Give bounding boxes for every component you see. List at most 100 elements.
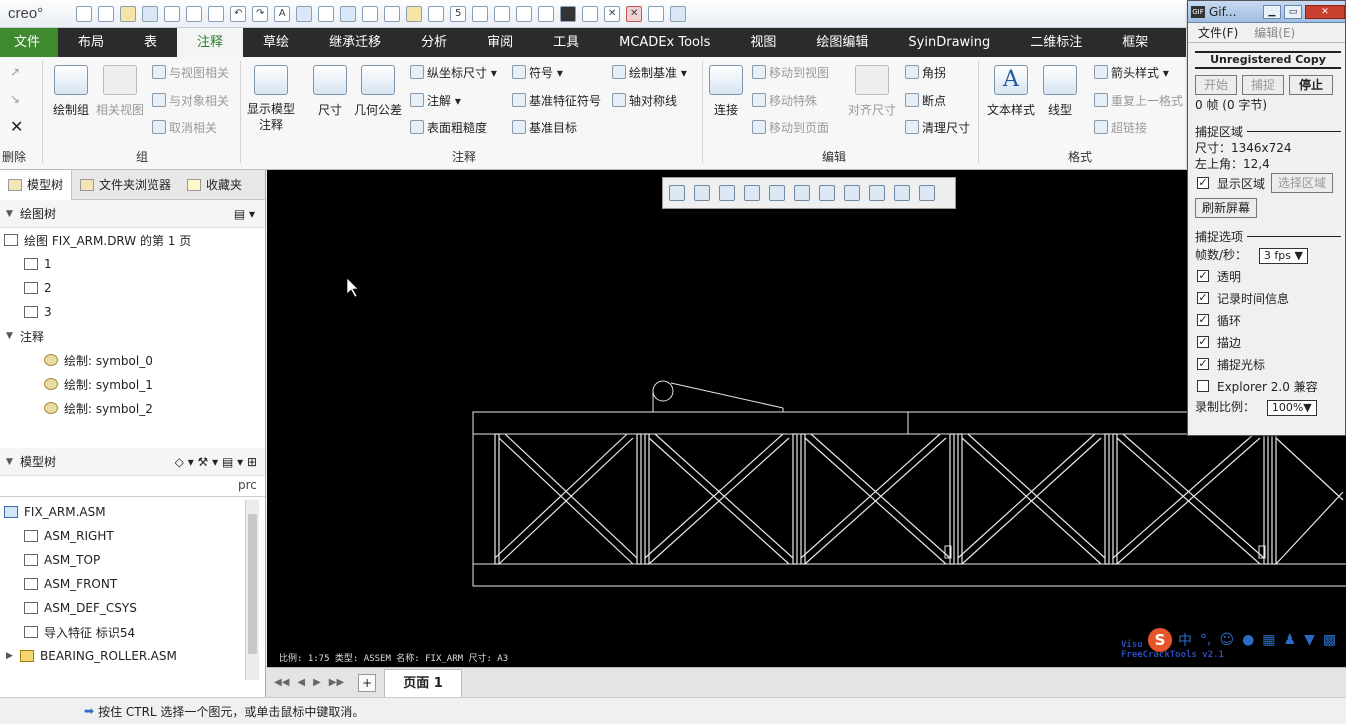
- repeat-last-format-button[interactable]: 重复上一格式: [1094, 92, 1183, 109]
- start-button[interactable]: 开始: [1195, 75, 1237, 95]
- next-page-icon[interactable]: ▶: [313, 677, 321, 688]
- delete-multi-icon[interactable]: ↘: [10, 92, 20, 106]
- move-to-page-button[interactable]: 移动到页面: [752, 119, 829, 136]
- align-dimensions-button[interactable]: 对齐尺寸: [844, 65, 900, 118]
- tab-folder-browser[interactable]: 文件夹浏览器: [72, 170, 179, 200]
- tab-tools[interactable]: 工具: [533, 28, 599, 57]
- tree-view-2[interactable]: 2: [0, 276, 265, 300]
- table-icon[interactable]: [560, 5, 577, 22]
- datum-icon[interactable]: [296, 5, 313, 22]
- refresh-screen-button[interactable]: 刷新屏幕: [1195, 198, 1258, 218]
- record-time-checkbox[interactable]: ✓ 记录时间信息: [1188, 287, 1345, 309]
- last-page-icon[interactable]: ▶▶: [329, 677, 344, 688]
- minimize-button[interactable]: ▁: [1263, 4, 1281, 19]
- cube-icon[interactable]: [670, 5, 687, 22]
- print-icon[interactable]: [164, 5, 181, 22]
- draw-group-button[interactable]: 绘制组: [48, 65, 94, 118]
- related-view-button[interactable]: 相关视图: [96, 65, 144, 118]
- user-icon[interactable]: ♟: [1284, 632, 1297, 648]
- model-icon[interactable]: [340, 5, 357, 22]
- prev-page-icon[interactable]: ◀: [297, 677, 305, 688]
- tab-layout[interactable]: 布局: [58, 28, 124, 57]
- show-model-annotations-button[interactable]: 显示模型注释: [244, 65, 298, 133]
- tab-syindrawing[interactable]: SyinDrawing: [888, 28, 1010, 57]
- outline-checkbox[interactable]: ✓ 描边: [1188, 331, 1345, 353]
- first-page-icon[interactable]: ◀◀: [274, 677, 289, 688]
- tab-model-tree[interactable]: 模型树: [0, 169, 73, 200]
- delete-arrow-icon[interactable]: ↗: [10, 65, 20, 79]
- jog-button[interactable]: 角拐: [905, 64, 946, 81]
- tree-import-feature[interactable]: 导入特征 标识54: [0, 620, 244, 644]
- menu-edit[interactable]: 编辑(E): [1254, 24, 1295, 41]
- regenerate-icon[interactable]: [186, 5, 203, 22]
- tree-settings-icon[interactable]: ▤ ▾: [234, 207, 255, 221]
- tool-icon[interactable]: [384, 5, 401, 22]
- stop-button[interactable]: 停止: [1289, 75, 1333, 95]
- move-special-button[interactable]: 移动特殊: [752, 92, 817, 109]
- fps-select[interactable]: 3 fps ▼: [1258, 248, 1308, 264]
- tab-view[interactable]: 视图: [730, 28, 796, 57]
- model-tree-toolbar-icons[interactable]: ◇ ▾ ⚒ ▾ ▤ ▾ ⊞: [175, 455, 257, 469]
- graphics-canvas[interactable]: 比例: 1:75 类型: ASSEM 名称: FIX_ARM 尺寸: A3: [267, 170, 1346, 667]
- dimension-button[interactable]: 尺寸: [309, 65, 351, 118]
- close-button[interactable]: ✕: [1305, 4, 1345, 19]
- surface-finish-button[interactable]: 表面粗糙度: [410, 119, 487, 136]
- model-tree-header[interactable]: ▼ 模型树 ◇ ▾ ⚒ ▾ ▤ ▾ ⊞: [0, 448, 265, 476]
- user-icon[interactable]: [494, 5, 511, 22]
- open-folder-icon[interactable]: [120, 5, 137, 22]
- tree-asm-front[interactable]: ASM_FRONT: [0, 572, 244, 596]
- capture-button[interactable]: 捕捉: [1242, 75, 1284, 95]
- draw-datum-button[interactable]: 绘制基准 ▾: [612, 64, 687, 81]
- delete-group-label[interactable]: 删除: [2, 148, 26, 165]
- ordinate-dimension-button[interactable]: 纵坐标尺寸 ▾: [410, 64, 497, 81]
- capture-cursor-checkbox[interactable]: ✓ 捕捉光标: [1188, 353, 1345, 375]
- tree-symbol-2[interactable]: 绘制: symbol_2: [0, 396, 265, 420]
- tab-frame[interactable]: 框架: [1102, 28, 1168, 57]
- tab-2d-annotation[interactable]: 二维标注: [1010, 28, 1102, 57]
- drawing-root-item[interactable]: 绘图 FIX_ARM.DRW 的第 1 页: [0, 228, 265, 252]
- settings-icon[interactable]: [516, 5, 533, 22]
- tab-sketch[interactable]: 草绘: [243, 28, 309, 57]
- hyperlink-button[interactable]: 超链接: [1094, 119, 1147, 136]
- close-red-icon[interactable]: ✕: [626, 5, 643, 22]
- redo-icon[interactable]: ↷: [252, 5, 269, 22]
- unrelate-button[interactable]: 取消相关: [152, 119, 217, 136]
- tree-asm-def-csys[interactable]: ASM_DEF_CSYS: [0, 596, 244, 620]
- maximize-button[interactable]: ▭: [1284, 4, 1302, 19]
- tab-file[interactable]: 文件: [0, 28, 58, 57]
- no-icon[interactable]: [582, 5, 599, 22]
- window-icon[interactable]: [208, 5, 225, 22]
- tree-symbol-0[interactable]: 绘制: symbol_0: [0, 348, 265, 372]
- annotation-icon[interactable]: A: [274, 5, 291, 22]
- tab-annotate[interactable]: 注释: [177, 28, 244, 57]
- add-page-button[interactable]: +: [358, 673, 377, 692]
- toolbox-icon[interactable]: ▩: [1323, 632, 1336, 648]
- tab-mcadex-tools[interactable]: MCADEx Tools: [599, 28, 730, 57]
- datum-feature-symbol-button[interactable]: 基准特征符号: [512, 92, 601, 109]
- geometric-tolerance-button[interactable]: 几何公差: [352, 65, 404, 118]
- annotation-group-label[interactable]: 注释: [452, 148, 476, 165]
- move-to-view-button[interactable]: 移动到视图: [752, 64, 829, 81]
- close-x-icon[interactable]: ✕: [604, 5, 621, 22]
- note-button[interactable]: 注解 ▾: [410, 92, 461, 109]
- text-style-button[interactable]: A 文本样式: [984, 65, 1038, 118]
- tree-asm-top[interactable]: ASM_TOP: [0, 548, 244, 572]
- transparent-checkbox[interactable]: ✓ 透明: [1188, 265, 1345, 287]
- tab-analysis[interactable]: 分析: [401, 28, 467, 57]
- tree-view-3[interactable]: 3: [0, 300, 265, 324]
- line-style-button[interactable]: 线型: [1040, 65, 1080, 118]
- column-header[interactable]: prc: [238, 478, 257, 492]
- number-icon[interactable]: 5: [450, 5, 467, 22]
- explorer-compat-checkbox[interactable]: Explorer 2.0 兼容: [1188, 375, 1345, 397]
- tab-review[interactable]: 审阅: [467, 28, 533, 57]
- target-icon[interactable]: [406, 5, 423, 22]
- relate-to-object-button[interactable]: 与对象相关: [152, 92, 229, 109]
- gif-window-titlebar[interactable]: GIF Gif... ▁ ▭ ✕: [1188, 1, 1345, 23]
- open-icon[interactable]: [98, 5, 115, 22]
- window2-icon[interactable]: [648, 5, 665, 22]
- undo-icon[interactable]: ↶: [230, 5, 247, 22]
- select-area-button[interactable]: 选择区域: [1271, 173, 1334, 193]
- skin-icon[interactable]: ▼: [1304, 632, 1315, 648]
- tree-bearing-roller[interactable]: ▶ BEARING_ROLLER.ASM: [0, 644, 244, 668]
- axis-symmetry-button[interactable]: 轴对称线: [612, 92, 677, 109]
